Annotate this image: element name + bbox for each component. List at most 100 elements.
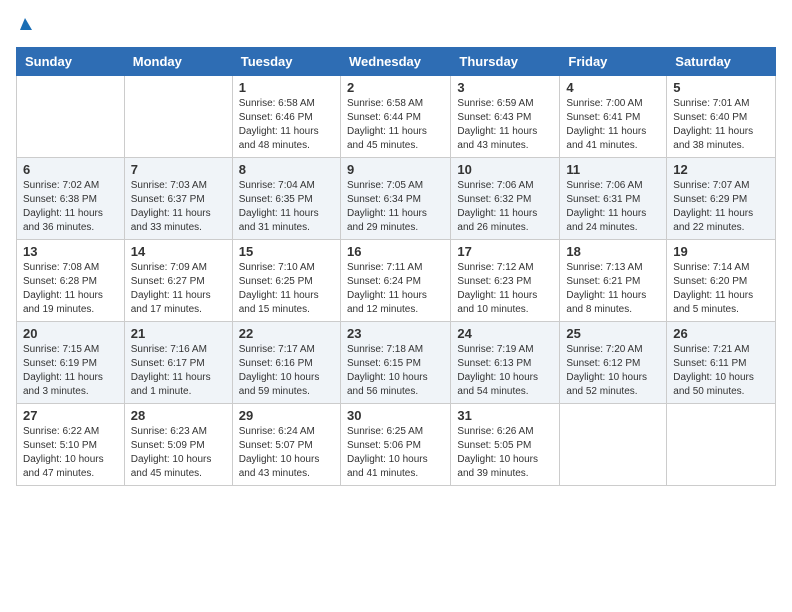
calendar-header-friday: Friday [560, 48, 667, 76]
calendar-cell: 15 Sunrise: 7:10 AM Sunset: 6:25 PM Dayli… [232, 240, 340, 322]
calendar-cell: 4 Sunrise: 7:00 AM Sunset: 6:41 PM Daylig… [560, 76, 667, 158]
logo-icon [18, 16, 32, 37]
day-number: 8 [239, 162, 334, 177]
day-number: 27 [23, 408, 118, 423]
day-info: Sunrise: 6:24 AM Sunset: 5:07 PM Dayligh… [239, 425, 334, 481]
day-info: Sunrise: 6:22 AM Sunset: 5:10 PM Dayligh… [23, 425, 118, 481]
calendar-cell: 23Sunrise: 7:18 AM Sunset: 6:15 PM Dayli… [340, 322, 450, 404]
calendar-cell: 11 Sunrise: 7:06 AM Sunset: 6:31 PM Dayli… [560, 158, 667, 240]
calendar-cell: 24 Sunrise: 7:19 AM Sunset: 6:13 PM Dayli… [451, 322, 560, 404]
day-info: Sunrise: 7:09 AM Sunset: 6:27 PM Dayligh… [131, 261, 226, 317]
day-number: 11 [566, 162, 660, 177]
header [16, 16, 776, 37]
day-number: 15 [239, 244, 334, 259]
day-number: 4 [566, 80, 660, 95]
day-number: 25 [566, 326, 660, 341]
calendar-header-sunday: Sunday [17, 48, 125, 76]
day-info: Sunrise: 6:26 AM Sunset: 5:05 PM Dayligh… [457, 425, 553, 481]
day-info: Sunrise: 7:19 AM Sunset: 6:13 PM Dayligh… [457, 343, 553, 399]
day-info: Sunrise: 7:02 AM Sunset: 6:38 PM Dayligh… [23, 179, 118, 235]
calendar-header-monday: Monday [124, 48, 232, 76]
calendar-week-3: 20Sunrise: 7:15 AM Sunset: 6:19 PM Dayli… [17, 322, 776, 404]
calendar-cell: 26Sunrise: 7:21 AM Sunset: 6:11 PM Dayli… [667, 322, 776, 404]
calendar-cell: 21 Sunrise: 7:16 AM Sunset: 6:17 PM Dayli… [124, 322, 232, 404]
calendar-header-wednesday: Wednesday [340, 48, 450, 76]
calendar-cell: 1 Sunrise: 6:58 AM Sunset: 6:46 PM Daylig… [232, 76, 340, 158]
day-number: 19 [673, 244, 769, 259]
calendar-cell: 28 Sunrise: 6:23 AM Sunset: 5:09 PM Dayli… [124, 404, 232, 486]
day-number: 16 [347, 244, 444, 259]
calendar-cell [560, 404, 667, 486]
calendar-cell: 17 Sunrise: 7:12 AM Sunset: 6:23 PM Dayli… [451, 240, 560, 322]
day-info: Sunrise: 7:12 AM Sunset: 6:23 PM Dayligh… [457, 261, 553, 317]
calendar-cell: 22 Sunrise: 7:17 AM Sunset: 6:16 PM Dayli… [232, 322, 340, 404]
day-number: 22 [239, 326, 334, 341]
calendar-week-0: 1 Sunrise: 6:58 AM Sunset: 6:46 PM Daylig… [17, 76, 776, 158]
calendar-cell: 6 Sunrise: 7:02 AM Sunset: 6:38 PM Daylig… [17, 158, 125, 240]
calendar-header-tuesday: Tuesday [232, 48, 340, 76]
calendar-cell [17, 76, 125, 158]
calendar-cell: 14Sunrise: 7:09 AM Sunset: 6:27 PM Dayli… [124, 240, 232, 322]
day-info: Sunrise: 7:14 AM Sunset: 6:20 PM Dayligh… [673, 261, 769, 317]
day-info: Sunrise: 7:10 AM Sunset: 6:25 PM Dayligh… [239, 261, 334, 317]
day-info: Sunrise: 6:25 AM Sunset: 5:06 PM Dayligh… [347, 425, 444, 481]
day-number: 6 [23, 162, 118, 177]
calendar-cell: 31 Sunrise: 6:26 AM Sunset: 5:05 PM Dayli… [451, 404, 560, 486]
day-number: 21 [131, 326, 226, 341]
calendar-cell: 30 Sunrise: 6:25 AM Sunset: 5:06 PM Dayli… [340, 404, 450, 486]
day-info: Sunrise: 6:59 AM Sunset: 6:43 PM Dayligh… [457, 97, 553, 153]
day-info: Sunrise: 7:01 AM Sunset: 6:40 PM Dayligh… [673, 97, 769, 153]
calendar: SundayMondayTuesdayWednesdayThursdayFrid… [16, 47, 776, 486]
day-number: 5 [673, 80, 769, 95]
calendar-cell: 18 Sunrise: 7:13 AM Sunset: 6:21 PM Dayli… [560, 240, 667, 322]
day-number: 26 [673, 326, 769, 341]
calendar-cell: 12 Sunrise: 7:07 AM Sunset: 6:29 PM Dayli… [667, 158, 776, 240]
calendar-week-4: 27 Sunrise: 6:22 AM Sunset: 5:10 PM Dayli… [17, 404, 776, 486]
day-info: Sunrise: 7:16 AM Sunset: 6:17 PM Dayligh… [131, 343, 226, 399]
calendar-cell: 5 Sunrise: 7:01 AM Sunset: 6:40 PM Daylig… [667, 76, 776, 158]
day-info: Sunrise: 6:23 AM Sunset: 5:09 PM Dayligh… [131, 425, 226, 481]
calendar-cell: 27 Sunrise: 6:22 AM Sunset: 5:10 PM Dayli… [17, 404, 125, 486]
day-number: 9 [347, 162, 444, 177]
day-info: Sunrise: 7:03 AM Sunset: 6:37 PM Dayligh… [131, 179, 226, 235]
day-number: 24 [457, 326, 553, 341]
day-info: Sunrise: 6:58 AM Sunset: 6:46 PM Dayligh… [239, 97, 334, 153]
calendar-body: 1 Sunrise: 6:58 AM Sunset: 6:46 PM Daylig… [17, 76, 776, 486]
calendar-cell: 3 Sunrise: 6:59 AM Sunset: 6:43 PM Daylig… [451, 76, 560, 158]
day-number: 7 [131, 162, 226, 177]
day-info: Sunrise: 7:20 AM Sunset: 6:12 PM Dayligh… [566, 343, 660, 399]
day-info: Sunrise: 7:08 AM Sunset: 6:28 PM Dayligh… [23, 261, 118, 317]
day-number: 2 [347, 80, 444, 95]
calendar-header-thursday: Thursday [451, 48, 560, 76]
day-number: 20 [23, 326, 118, 341]
day-number: 3 [457, 80, 553, 95]
day-number: 18 [566, 244, 660, 259]
calendar-cell: 9 Sunrise: 7:05 AM Sunset: 6:34 PM Daylig… [340, 158, 450, 240]
day-info: Sunrise: 7:05 AM Sunset: 6:34 PM Dayligh… [347, 179, 444, 235]
day-info: Sunrise: 7:06 AM Sunset: 6:31 PM Dayligh… [566, 179, 660, 235]
day-info: Sunrise: 7:17 AM Sunset: 6:16 PM Dayligh… [239, 343, 334, 399]
calendar-cell: 20Sunrise: 7:15 AM Sunset: 6:19 PM Dayli… [17, 322, 125, 404]
day-number: 29 [239, 408, 334, 423]
calendar-cell: 8 Sunrise: 7:04 AM Sunset: 6:35 PM Daylig… [232, 158, 340, 240]
day-number: 28 [131, 408, 226, 423]
day-info: Sunrise: 7:13 AM Sunset: 6:21 PM Dayligh… [566, 261, 660, 317]
day-number: 10 [457, 162, 553, 177]
day-info: Sunrise: 7:00 AM Sunset: 6:41 PM Dayligh… [566, 97, 660, 153]
day-info: Sunrise: 7:07 AM Sunset: 6:29 PM Dayligh… [673, 179, 769, 235]
day-number: 13 [23, 244, 118, 259]
day-number: 30 [347, 408, 444, 423]
day-number: 17 [457, 244, 553, 259]
calendar-cell: 25 Sunrise: 7:20 AM Sunset: 6:12 PM Dayli… [560, 322, 667, 404]
calendar-week-1: 6 Sunrise: 7:02 AM Sunset: 6:38 PM Daylig… [17, 158, 776, 240]
day-info: Sunrise: 7:04 AM Sunset: 6:35 PM Dayligh… [239, 179, 334, 235]
day-number: 1 [239, 80, 334, 95]
day-info: Sunrise: 6:58 AM Sunset: 6:44 PM Dayligh… [347, 97, 444, 153]
calendar-cell [667, 404, 776, 486]
calendar-cell [124, 76, 232, 158]
calendar-header-saturday: Saturday [667, 48, 776, 76]
day-number: 23 [347, 326, 444, 341]
day-number: 31 [457, 408, 553, 423]
logo [16, 16, 32, 37]
day-number: 12 [673, 162, 769, 177]
